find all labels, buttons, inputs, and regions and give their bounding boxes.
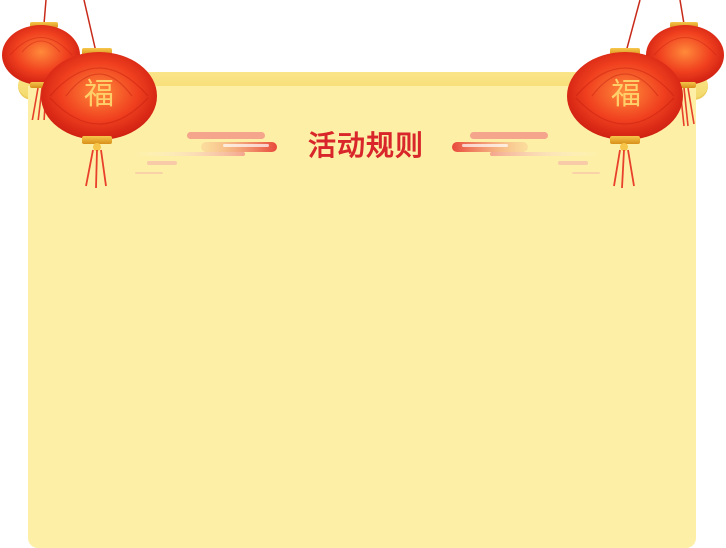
lantern-fu-right-icon: 福 [567,0,683,189]
lantern-left-character: 福 [84,77,114,112]
lantern-right-character: 福 [611,77,641,112]
rules-dialog: 活动规则 福 福 [0,0,726,548]
lantern-fu-left-icon: 福 [41,0,157,189]
